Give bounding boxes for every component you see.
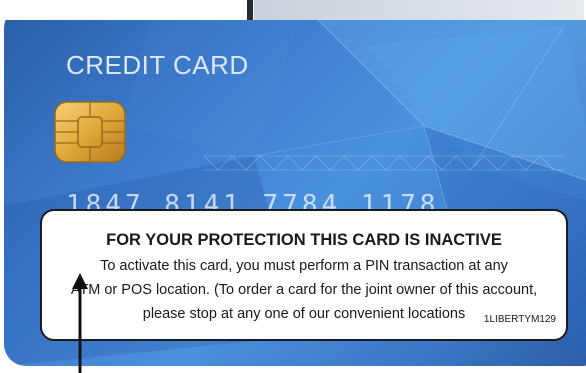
sticker-line-2: ATM or POS location. (To order a card fo… bbox=[70, 282, 538, 298]
sticker-code: 1LIBERTYM129 bbox=[483, 314, 556, 325]
up-arrow-icon bbox=[72, 273, 88, 373]
background-edge-light bbox=[254, 0, 584, 20]
activation-sticker: FOR YOUR PROTECTION THIS CARD IS INACTIV… bbox=[40, 209, 568, 341]
background-edge bbox=[0, 0, 586, 20]
card-title: CREDIT CARD bbox=[66, 50, 249, 80]
background-edge-dark bbox=[247, 0, 253, 20]
sticker-line-1: To activate this card, you must perform … bbox=[100, 258, 508, 274]
emv-chip-icon bbox=[54, 101, 126, 163]
photo-scene: CREDIT CARD 1847 8141 7784 1178 FOR YOUR… bbox=[0, 0, 586, 373]
sticker-heading: FOR YOUR PROTECTION THIS CARD IS INACTIV… bbox=[106, 231, 502, 249]
